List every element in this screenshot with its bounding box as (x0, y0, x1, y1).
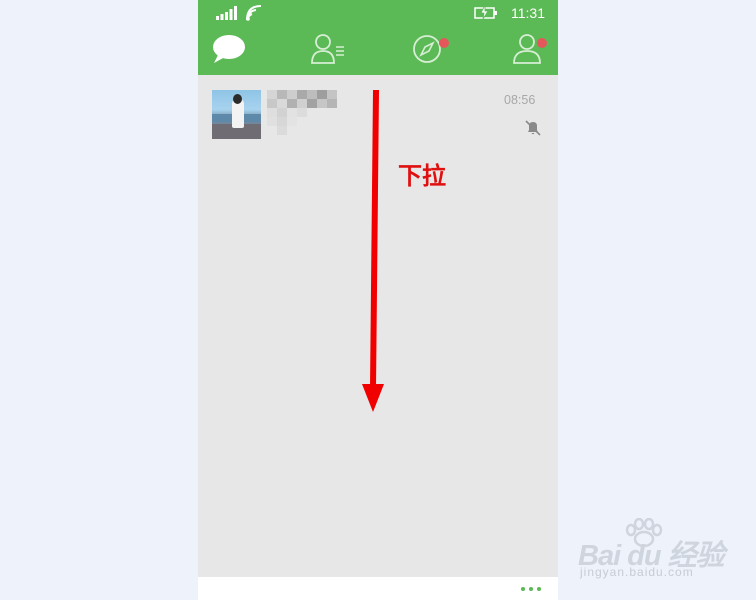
compass-icon (413, 35, 441, 63)
wifi-icon (246, 5, 262, 21)
more-dots-icon[interactable] (520, 586, 542, 592)
signal-icon (216, 6, 237, 20)
chat-bubble-icon (213, 35, 245, 63)
pull-down-annotation: 下拉 (398, 162, 446, 190)
pull-down-arrow (362, 89, 384, 412)
discover-badge-dot (439, 38, 449, 48)
watermark-url: jingyan.baidu.com (580, 565, 694, 579)
avatar (212, 90, 261, 139)
tab-me[interactable] (512, 33, 552, 69)
status-bar: 11:31 (198, 0, 558, 26)
me-badge-dot (537, 38, 547, 48)
tab-discover[interactable] (410, 33, 450, 69)
battery-charging-icon (474, 5, 497, 19)
mute-bell-icon (525, 120, 541, 136)
top-bar: 11:31 (198, 0, 558, 75)
status-time: 11:31 (511, 5, 545, 21)
tab-contacts[interactable] (310, 33, 350, 69)
pixelated-contact-name (267, 90, 337, 136)
contacts-icon (311, 34, 344, 64)
bottom-app-bar (198, 577, 558, 600)
tab-chats[interactable] (212, 33, 252, 69)
message-time: 08:56 (504, 93, 536, 107)
baidu-jingyan-watermark: Bai du 经验 jingyan.baidu.com (578, 518, 748, 582)
